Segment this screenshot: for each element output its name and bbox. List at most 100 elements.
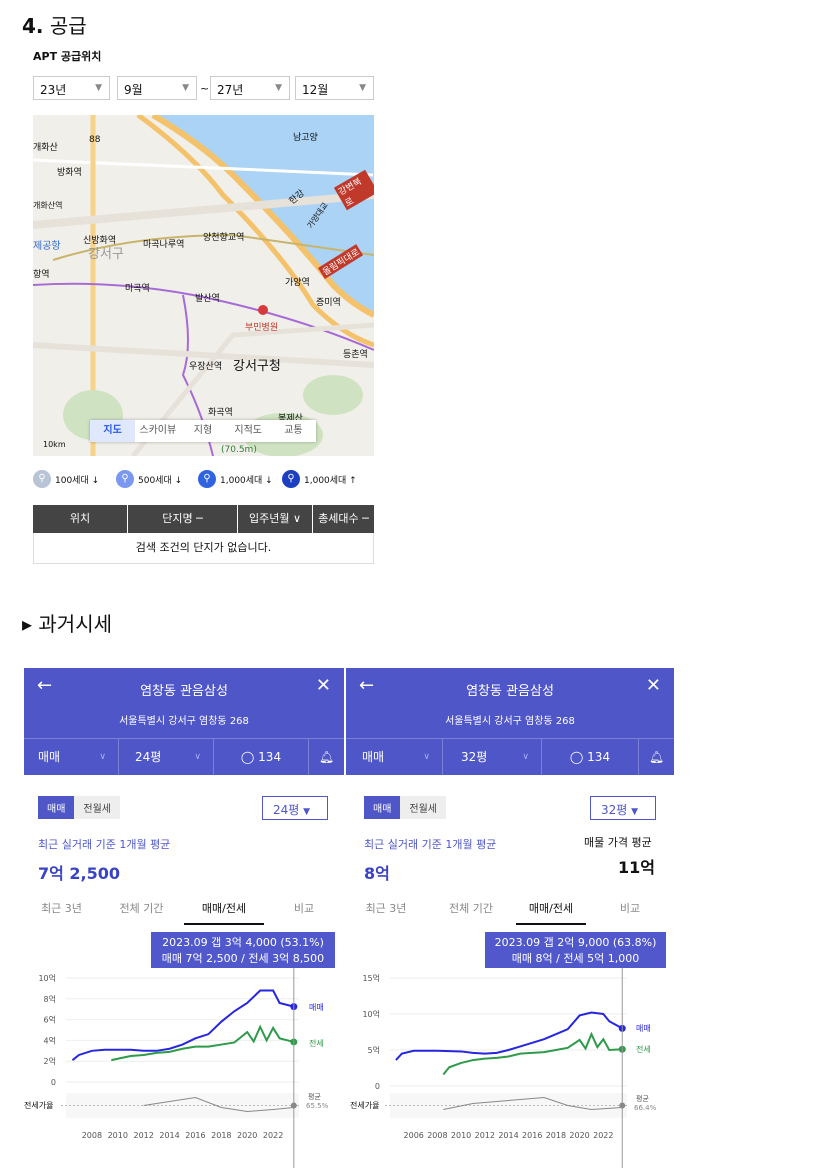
chart-tooltip: 2023.09 갭 3억 4,000 (53.1%) 매매 7억 2,500 /… [151, 932, 335, 968]
col-move-in[interactable]: 입주년월 ∨ [238, 505, 313, 533]
map-type-tabs: 지도 스카이뷰 지형 지적도 교통 [90, 420, 316, 442]
col-complex[interactable]: 단지명 ─ [128, 505, 238, 533]
map-label: (70.5m) [221, 445, 257, 455]
sale-price-line [71, 989, 295, 1061]
jeonse-price-line [442, 1031, 623, 1076]
deal-type-select[interactable]: 매매 ∨ [346, 739, 443, 776]
toggle-sale[interactable]: 매매 [38, 796, 75, 819]
toggle-rent[interactable]: 전월세 [400, 796, 447, 819]
tab-all[interactable]: 전체 기간 [99, 900, 184, 925]
marker-icon: ⚲ [33, 470, 51, 488]
size-select[interactable]: 32평 ∨ [443, 739, 542, 776]
tab-sale-jeonse[interactable]: 매매/전세 [516, 900, 586, 925]
col-households[interactable]: 총세대수 ─ [313, 505, 374, 533]
comments-button[interactable]: ◯ 134 [542, 739, 639, 776]
tab-3y[interactable]: 최근 3년 [346, 900, 426, 925]
marker-icon: ⚲ [198, 470, 216, 488]
chart-tooltip: 2023.09 갭 2억 9,000 (63.8%) 매매 8억 / 전세 5억… [485, 932, 666, 968]
x-tick-label: 2016 [185, 1131, 205, 1140]
map-label: 발산역 [195, 294, 220, 304]
y-tick-label: 0 [51, 1078, 56, 1087]
section-title: 4. 공급 [22, 14, 87, 38]
x-tick-label: 2014 [159, 1131, 179, 1140]
tab-skyview[interactable]: 스카이뷰 [135, 420, 180, 442]
map-label: 가양역 [285, 278, 310, 288]
supply-map[interactable]: 남고양 개화산 방화역 개화산역 신방화역 마곡나루역 양천향교역 강서구 마곡… [33, 115, 374, 456]
map-label: 우장산역 [189, 362, 223, 372]
start-month-select[interactable]: 9월 ▼ [117, 76, 197, 100]
map-label: 강서구 [88, 247, 124, 262]
tab-terrain[interactable]: 지형 [180, 420, 225, 442]
tab-compare[interactable]: 비교 [264, 900, 344, 925]
ratio-point [290, 1102, 297, 1109]
price-card-32: ← 염창동 관음삼성 ✕ 서울특별시 강서구 염창동 268 매매 ∨ 32평 ∨ … [346, 668, 674, 1168]
deal-toggle: 매매 전월세 [364, 796, 447, 819]
map-label: 남고양 [293, 133, 318, 143]
price-chart[interactable]: 10억 8억 6억 4억 2억 0 2008 2010 2012 2014 2016 2018 2020… [24, 968, 344, 1168]
close-icon[interactable]: ✕ [646, 675, 661, 696]
map-label: 양천향교역 [203, 233, 245, 243]
price-card-24: ← 염창동 관음삼성 ✕ 서울특별시 강서구 염창동 268 매매 ∨ 24평 ∨ … [24, 668, 344, 1168]
card-title: 염창동 관음삼성 [466, 684, 554, 699]
x-tick-label: 2012 [475, 1131, 495, 1140]
start-year-select[interactable]: 23년 ▼ [33, 76, 110, 100]
comments-button[interactable]: ◯ 134 [214, 739, 309, 776]
x-tick-label: 2010 [451, 1131, 471, 1140]
series-label-sale: 매매 [636, 1024, 651, 1033]
tab-map[interactable]: 지도 [90, 420, 136, 442]
close-icon[interactable]: ✕ [316, 675, 331, 696]
map-label: 마곡역 [125, 284, 150, 294]
end-month-select[interactable]: 12월 ▼ [295, 76, 374, 100]
avg-label: 평균 [636, 1095, 649, 1103]
series-label-jeonse: 전세 [636, 1045, 651, 1054]
tab-3y[interactable]: 최근 3년 [24, 900, 99, 925]
table-empty-message: 검색 조건의 단지가 없습니다. [33, 533, 374, 564]
size-select[interactable]: 24평 ∨ [119, 739, 214, 776]
x-tick-label: 2022 [263, 1131, 283, 1140]
card-header: ← 염창동 관음삼성 ✕ 서울특별시 강서구 염창동 268 매매 ∨ 24평 ∨ … [24, 668, 344, 776]
recent-price: 8억 [364, 864, 390, 883]
comment-icon: ◯ [569, 750, 584, 764]
y-tick-label: 10억 [362, 1009, 380, 1019]
map-label: 88 [89, 135, 101, 145]
map-label: 제공항 [33, 241, 61, 252]
chevron-down-icon: ▼ [275, 83, 282, 93]
tab-sale-jeonse[interactable]: 매매/전세 [184, 900, 264, 925]
tab-compare[interactable]: 비교 [586, 900, 674, 925]
deal-type-select[interactable]: 매매 ∨ [24, 739, 119, 776]
col-location[interactable]: 위치 [33, 505, 128, 533]
bell-icon[interactable]: 🔔︎ [639, 739, 674, 776]
x-tick-label: 2012 [133, 1131, 153, 1140]
x-tick-label: 2006 [404, 1131, 424, 1140]
end-year-select[interactable]: 27년 ▼ [210, 76, 290, 100]
toggle-rent[interactable]: 전월세 [74, 796, 121, 819]
chevron-down-icon: ▼ [359, 83, 366, 93]
x-tick-label: 2008 [427, 1131, 447, 1140]
tooltip-prices: 매매 8억 / 전세 5억 1,000 [511, 952, 640, 965]
y-tick-label: 5억 [368, 1045, 380, 1055]
map-label: 화곡역 [208, 408, 233, 418]
bell-icon[interactable]: 🔔︎ [309, 739, 344, 776]
x-tick-label: 2014 [498, 1131, 518, 1140]
tab-traffic[interactable]: 교통 [271, 420, 316, 442]
tooltip-gap: 2023.09 갭 3억 4,000 (53.1%) [162, 936, 324, 949]
x-tick-label: 2016 [522, 1131, 542, 1140]
y-tick-label: 4억 [44, 1035, 56, 1045]
size-dropdown[interactable]: 24평 ▼ [262, 796, 328, 820]
map-label: 개화산 [33, 143, 58, 153]
toggle-sale[interactable]: 매매 [364, 796, 401, 819]
chevron-down-icon: ∨ [99, 752, 106, 762]
price-chart[interactable]: 15억10억5억02006 2008 2010 2012 2014 2016 2018 202… [346, 968, 674, 1168]
series-label-sale: 매매 [309, 1003, 324, 1012]
map-label: 강서구청 [233, 359, 281, 374]
supply-subtitle: APT 공급위치 [33, 50, 102, 63]
card-address: 서울특별시 강서구 염창동 268 [445, 716, 575, 727]
size-dropdown[interactable]: 32평 ▼ [590, 796, 656, 820]
tab-all[interactable]: 전체 기간 [426, 900, 516, 925]
chevron-down-icon: ∨ [522, 752, 529, 762]
y-tick-label: 2억 [44, 1056, 56, 1066]
tab-cadastral[interactable]: 지적도 [226, 420, 271, 442]
sale-price-line [395, 1011, 623, 1061]
x-tick-label: 2022 [593, 1131, 613, 1140]
x-tick-label: 2018 [546, 1131, 566, 1140]
